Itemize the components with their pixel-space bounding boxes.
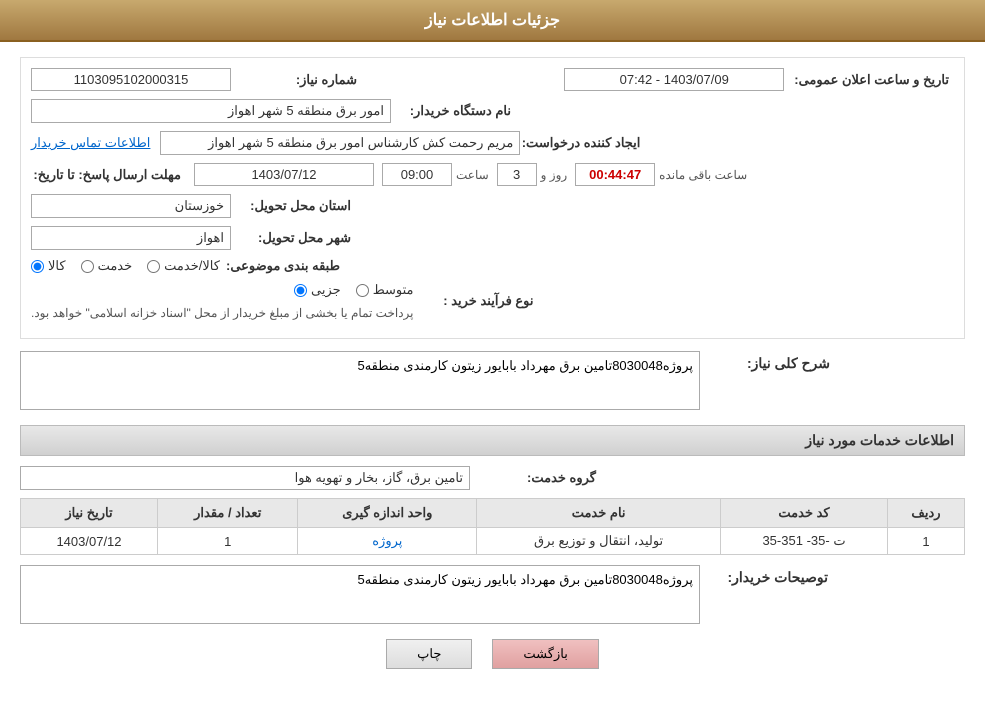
announce-group: تاریخ و ساعت اعلان عمومی: 1403/07/09 - 0… <box>564 68 954 91</box>
process-medium-label: متوسط <box>373 282 414 298</box>
row-service-name: تولید، انتقال و توزیع برق <box>477 528 721 555</box>
group-label: گروه خدمت: <box>476 470 596 486</box>
category-service: کالا/خدمت <box>147 258 220 274</box>
service-section: اطلاعات خدمات مورد نیاز گروه خدمت: تامین… <box>20 425 965 624</box>
province-label: استان محل تحویل: <box>231 198 351 214</box>
process-label: نوع فرآیند خرید : <box>414 293 534 309</box>
table-row: 1 ت -35- 351-35 تولید، انتقال و توزیع بر… <box>21 528 965 555</box>
category-row: طبقه بندی موضوعی: کالا/خدمت خدمت کالا <box>31 258 954 274</box>
request-number-value: 1103095102000315 <box>31 68 231 91</box>
days-group: روز و 3 <box>497 163 568 186</box>
col-unit: واحد اندازه گیری <box>298 499 477 528</box>
row-number: 1 <box>888 528 965 555</box>
days-value: 3 <box>497 163 537 186</box>
col-date: تاریخ نیاز <box>21 499 158 528</box>
category-goods-only-radio[interactable] <box>31 260 44 273</box>
announce-value: 1403/07/09 - 07:42 <box>564 68 784 91</box>
deadline-date-group: 1403/07/12 <box>194 163 374 186</box>
deadline-date-value: 1403/07/12 <box>194 163 374 186</box>
group-value: تامین برق، گاز، بخار و تهویه هوا <box>20 466 470 490</box>
category-goods: کالا <box>31 258 66 274</box>
deadline-time-label: ساعت <box>456 168 489 182</box>
page-title: جزئیات اطلاعات نیاز <box>425 12 560 29</box>
category-radio-group: کالا/خدمت خدمت کالا <box>31 258 220 274</box>
description-section: شرح کلی نیاز: <box>20 351 965 410</box>
category-goods-service: خدمت <box>81 258 133 274</box>
creator-value: مریم رحمت کش کارشناس امور برق منطقه 5 شه… <box>160 131 520 155</box>
process-options-group: متوسط جزیی پرداخت تمام یا بخشی از مبلغ خ… <box>31 282 414 320</box>
category-service-label: کالا/خدمت <box>164 258 220 274</box>
deadline-time-group: ساعت 09:00 <box>382 163 489 186</box>
buyer-notes-row: توصیحات خریدار: <box>20 565 965 624</box>
back-button[interactable]: بازگشت <box>492 639 598 669</box>
description-row: شرح کلی نیاز: <box>20 351 965 410</box>
col-name: نام خدمت <box>477 499 721 528</box>
days-label: روز و <box>541 168 568 182</box>
province-row: استان محل تحویل: خوزستان <box>31 194 954 218</box>
announce-label: تاریخ و ساعت اعلان عمومی: <box>794 72 949 88</box>
creator-label: ایجاد کننده درخواست: <box>520 135 640 151</box>
buyer-station-row: نام دستگاه خریدار: امور برق منطقه 5 شهر … <box>31 99 954 123</box>
row-count: 1 <box>157 528 297 555</box>
process-medium: متوسط <box>356 282 414 298</box>
buyer-station-label: نام دستگاه خریدار: <box>391 103 511 119</box>
service-section-title: اطلاعات خدمات مورد نیاز <box>20 425 965 456</box>
print-button[interactable]: چاپ <box>386 639 472 669</box>
description-textarea[interactable] <box>20 351 700 410</box>
process-partial-label: جزیی <box>311 282 341 298</box>
row-date: 1403/07/12 <box>21 528 158 555</box>
col-row: ردیف <box>888 499 965 528</box>
deadline-row: ساعت باقی مانده 00:44:47 روز و 3 ساعت 09… <box>31 163 954 186</box>
process-radio-group: متوسط جزیی <box>294 282 414 298</box>
col-code: کد خدمت <box>721 499 888 528</box>
category-goods-radio[interactable] <box>81 260 94 273</box>
buyer-notes-label: توصیحات خریدار: <box>708 569 828 586</box>
deadline-label: مهلت ارسال پاسخ: تا تاریخ: <box>31 167 181 183</box>
request-number-label: شماره نیاز: <box>237 72 357 88</box>
creator-row: ایجاد کننده درخواست: مریم رحمت کش کارشنا… <box>31 131 954 155</box>
city-row: شهر محل تحویل: اهواز <box>31 226 954 250</box>
city-value: اهواز <box>31 226 231 250</box>
category-goods-label: کالا <box>48 258 66 274</box>
main-info-section: تاریخ و ساعت اعلان عمومی: 1403/07/09 - 0… <box>20 57 965 339</box>
button-bar: بازگشت چاپ <box>20 639 965 689</box>
remaining-time-group: ساعت باقی مانده 00:44:47 <box>575 163 747 186</box>
remaining-value: 00:44:47 <box>575 163 655 186</box>
service-table: ردیف کد خدمت نام خدمت واحد اندازه گیری ت… <box>20 498 965 555</box>
category-label: طبقه بندی موضوعی: <box>220 258 340 274</box>
process-partial-radio[interactable] <box>294 284 307 297</box>
row-unit: پروژه <box>298 528 477 555</box>
category-service-radio[interactable] <box>147 260 160 273</box>
city-label: شهر محل تحویل: <box>231 230 351 246</box>
buyer-station-value: امور برق منطقه 5 شهر اهواز <box>31 99 391 123</box>
process-note: پرداخت تمام یا بخشی از مبلغ خریدار از مح… <box>31 306 414 320</box>
remaining-label: ساعت باقی مانده <box>659 168 747 182</box>
process-row: نوع فرآیند خرید : متوسط جزیی پرداخت تمام… <box>31 282 954 320</box>
page-header: جزئیات اطلاعات نیاز <box>0 0 985 42</box>
buyer-notes-textarea[interactable] <box>20 565 700 624</box>
request-number-row: تاریخ و ساعت اعلان عمومی: 1403/07/09 - 0… <box>31 68 954 91</box>
province-value: خوزستان <box>31 194 231 218</box>
process-medium-radio[interactable] <box>356 284 369 297</box>
description-label: شرح کلی نیاز: <box>710 355 830 372</box>
contact-link[interactable]: اطلاعات تماس خریدار <box>31 135 150 151</box>
group-row: گروه خدمت: تامین برق، گاز، بخار و تهویه … <box>20 466 965 490</box>
row-code: ت -35- 351-35 <box>721 528 888 555</box>
process-partial: جزیی <box>294 282 341 298</box>
category-goods-service-label: خدمت <box>98 258 133 274</box>
col-count: تعداد / مقدار <box>157 499 297 528</box>
deadline-time-value: 09:00 <box>382 163 452 186</box>
